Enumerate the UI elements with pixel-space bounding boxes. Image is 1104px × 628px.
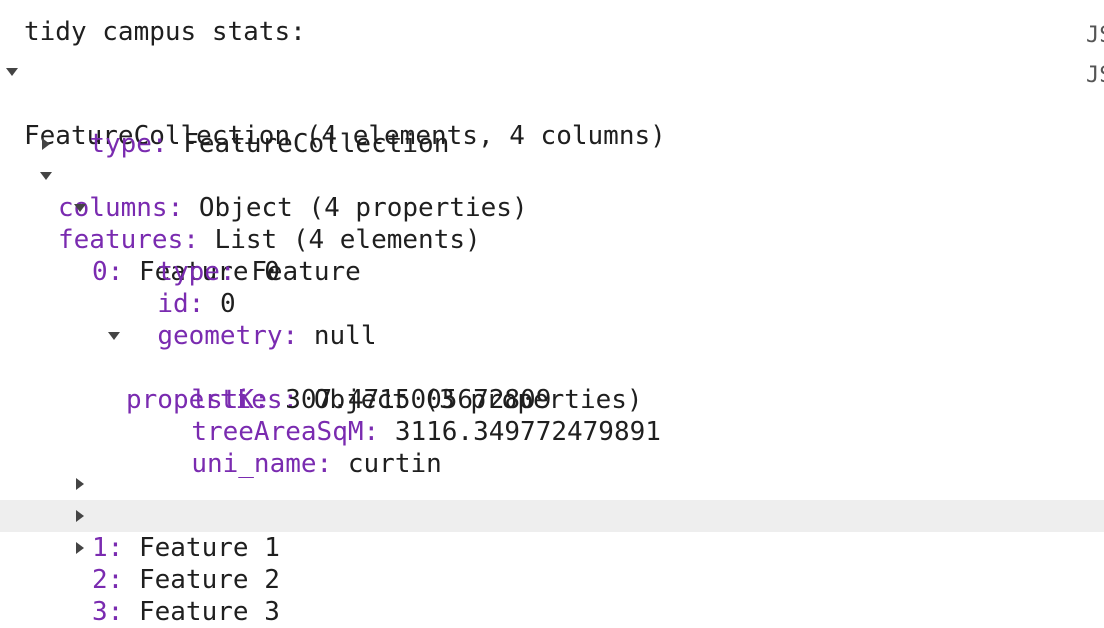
type-row: type: FeatureCollection [58, 96, 449, 159]
feature-0-key: 0: [92, 257, 124, 287]
columns-row[interactable]: columns: Object (4 properties) [40, 128, 580, 223]
feature-key: 3: [92, 597, 124, 627]
feature-geometry-row: geometry: null [126, 288, 376, 351]
feature-value: Feature 3 [138, 597, 280, 627]
feature-type-row: type: Feature [126, 224, 361, 287]
feature-type-value: Feature [251, 257, 361, 287]
expand-down-icon[interactable] [6, 68, 18, 76]
property-value: curtin [347, 449, 442, 479]
feature-properties-row[interactable]: properties: Object (3 properties) [108, 320, 698, 415]
expand-right-icon[interactable] [76, 542, 84, 554]
expand-right-icon[interactable] [76, 478, 84, 490]
property-row: treeAreaSqM: 3116.349772479891 [160, 384, 661, 447]
expand-down-icon[interactable] [108, 332, 120, 340]
features-row[interactable]: features: List (4 elements) [40, 160, 540, 255]
property-row: uni_name: curtin [160, 416, 441, 479]
expand-right-icon[interactable] [76, 510, 84, 522]
console-title: tidy campus stats: [24, 17, 306, 47]
source-label-1[interactable]: JS [1086, 20, 1104, 52]
feature-id-row: id: 0 [126, 256, 235, 319]
expand-down-icon[interactable] [40, 172, 52, 180]
feature-2-row[interactable]: 2: Feature 2 [74, 500, 314, 595]
feature-3-row[interactable]: 3: Feature 3 [74, 532, 314, 627]
source-label-2[interactable]: JS [1086, 60, 1104, 92]
feature-value: Feature 2 [138, 565, 280, 595]
expand-down-icon[interactable] [74, 204, 86, 212]
property-row: lstK: 307.4715005672809 [160, 352, 551, 415]
feature-0-row[interactable]: 0: Feature 0 [74, 192, 314, 287]
feature-1-row[interactable]: 1: Feature 1 [74, 468, 314, 563]
expand-right-icon[interactable] [42, 138, 50, 150]
root-featurecollection-row[interactable]: FeatureCollection (4 elements, 4 columns… [6, 56, 726, 151]
